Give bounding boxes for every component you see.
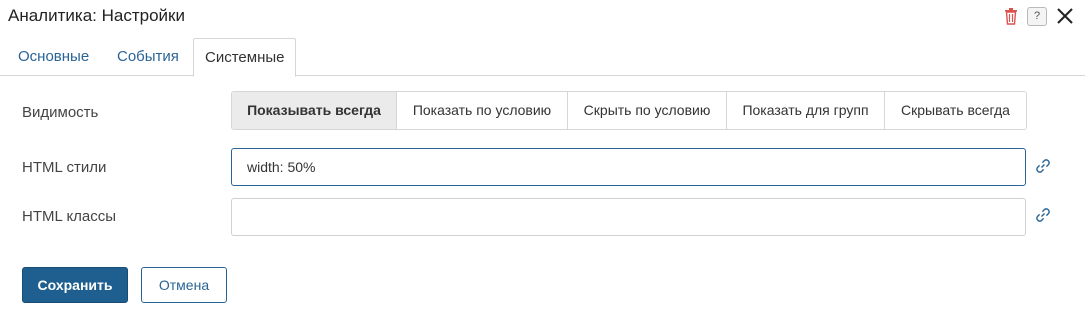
html-classes-label: HTML классы (22, 208, 117, 225)
tab-bar: Основные События Системные (0, 38, 1085, 77)
html-classes-input[interactable] (231, 198, 1026, 236)
tab-main[interactable]: Основные (18, 38, 89, 76)
tab-events[interactable]: События (117, 38, 179, 76)
visibility-option-always-hide[interactable]: Скрывать всегда (885, 92, 1026, 129)
html-styles-input[interactable] (231, 148, 1026, 186)
close-icon[interactable] (1055, 6, 1075, 26)
trash-icon[interactable] (1003, 7, 1019, 25)
dialog-title: Аналитика: Настройки (8, 6, 185, 25)
link-icon[interactable] (1034, 206, 1052, 224)
visibility-option-show-by-condition[interactable]: Показать по условию (397, 92, 568, 129)
visibility-option-show-for-groups[interactable]: Показать для групп (727, 92, 885, 129)
header-actions: ? (1003, 6, 1075, 26)
link-icon[interactable] (1034, 157, 1052, 175)
help-icon-symbol: ? (1033, 10, 1041, 22)
save-button[interactable]: Сохранить (22, 267, 128, 303)
help-icon[interactable]: ? (1027, 6, 1047, 26)
html-styles-label: HTML стили (22, 159, 107, 176)
visibility-option-hide-by-condition[interactable]: Скрыть по условию (568, 92, 727, 129)
cancel-button[interactable]: Отмена (141, 267, 227, 303)
tab-system[interactable]: Системные (193, 38, 297, 77)
visibility-option-always-show[interactable]: Показывать всегда (232, 92, 397, 129)
visibility-label: Видимость (22, 104, 99, 121)
visibility-segmented-control: Показывать всегда Показать по условию Ск… (231, 91, 1027, 130)
